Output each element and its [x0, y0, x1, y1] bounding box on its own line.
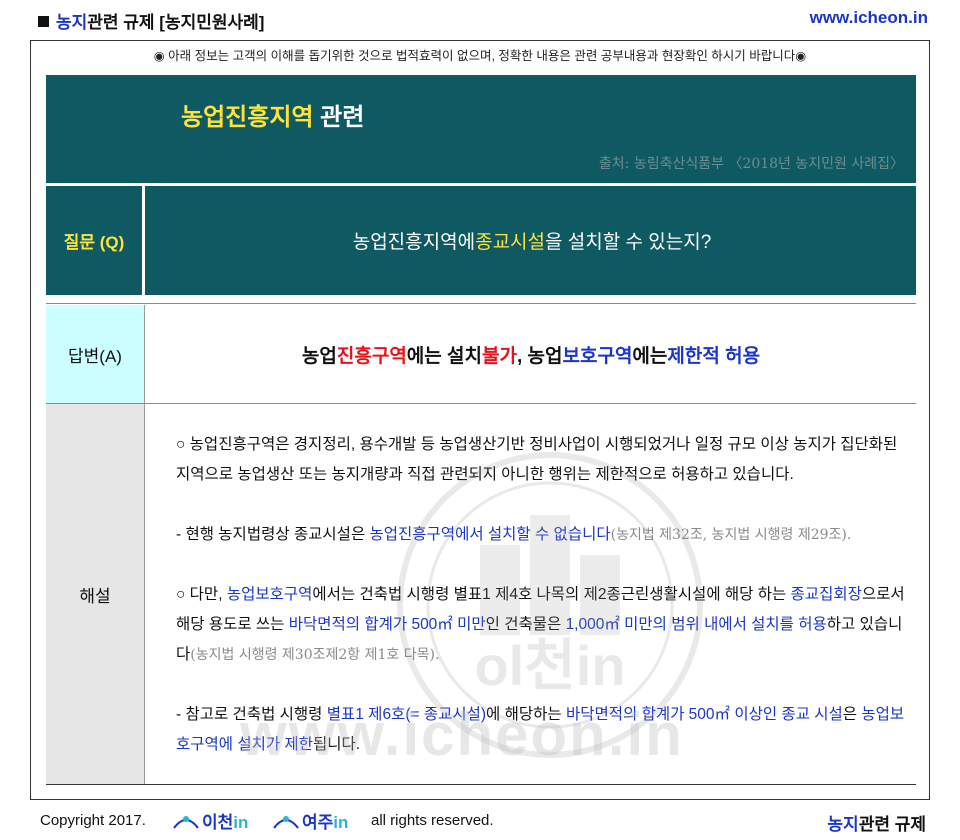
square-bullet-icon [38, 16, 49, 27]
site-url-link[interactable]: www.icheon.in [810, 8, 928, 28]
explanation-paragraph-1: ○ 농업진흥구역은 경지정리, 용수개발 등 농업생산기반 정비사업이 시행되었… [176, 436, 898, 483]
explanation-text: 은 [842, 706, 862, 723]
explanation-text: 에서는 건축법 시행령 별표1 제4호 나목의 제2종근린생활시설에 해당 하는 [312, 586, 791, 603]
answer-part: 에는 설치 [406, 345, 482, 367]
topic-title-highlight: 농업진흥지역 [181, 104, 314, 131]
question-label: 질문 (Q) [46, 186, 145, 295]
question-text: 농업진흥지역에 종교시설 을 설치할 수 있는지? [148, 186, 916, 295]
topic-title: 농업진흥지역 관련 [181, 97, 364, 132]
logo-text-part: in [233, 812, 249, 832]
yeoju-logo-icon [273, 816, 299, 829]
footer-category-rest: 관련 규제 [858, 815, 926, 834]
question-text-part: 농업진흥지역에 [352, 232, 476, 253]
logo-text-part: 이천 [202, 812, 234, 832]
answer-part: 에는 [632, 345, 668, 367]
disclaimer-notice: ◉ 아래 정보는 고객의 이해를 돕기위한 것으로 법적효력이 없으며, 정확한… [153, 49, 807, 63]
question-row: 질문 (Q) 농업진흥지역에 종교시설 을 설치할 수 있는지? [46, 186, 916, 295]
explanation-text-blue: 농업진흥구역에서 설치할 수 없습니다 [369, 526, 611, 543]
answer-part-blue: 보호구역 [562, 345, 633, 367]
question-text-part: 을 설치할 수 있는지? [545, 232, 712, 253]
explanation-text-blue: 1,000㎡ 미만의 범위 내에서 설치를 허용 [565, 616, 827, 633]
title-highlight: 농지 [56, 13, 88, 32]
footer: Copyright 2017. 이천in 여주in all rights res… [38, 808, 928, 834]
explanation-text-blue: 농업보호구역 [226, 586, 313, 603]
source-citation: 출처: 농림축산식품부 〈2018년 농지민원 사례집〉 [598, 156, 904, 172]
law-reference: (농지법 시행령 제30조제2항 제1호 다목). [190, 647, 440, 663]
watermark-text: www.icheon.in [240, 701, 684, 768]
explanation-label: 해설 [46, 404, 145, 784]
explanation-paragraph-2: - 현행 농지법령상 종교시설은 농업진흥구역에서 설치할 수 없습니다(농지법… [176, 520, 906, 550]
copyright-text: Copyright 2017. [40, 812, 146, 829]
answer-part-red: 진흥구역 [336, 345, 407, 367]
law-reference: (농지법 제32조, 농지법 시행령 제29조). [610, 527, 852, 543]
explanation-text-blue: 바닥면적의 합계가 500㎡ 미만 [288, 616, 486, 633]
icheon-logo[interactable]: 이천in [172, 808, 248, 832]
topic-title-rest: 관련 [313, 104, 365, 131]
icheon-logo-text: 이천in [202, 808, 248, 833]
divider [46, 784, 916, 785]
top-bar: 농지관련 규제 [농지민원사례] www.icheon.in [38, 8, 928, 32]
answer-part-red: 불가 [482, 345, 517, 367]
page-title: 농지관련 규제 [농지민원사례] [38, 8, 264, 33]
answer-row: 답변(A) 농업 진흥구역 에는 설치 불가, 농업 보호구역 에는 제한적 허용 [46, 305, 916, 403]
logo-text-part: 여주 [302, 812, 334, 832]
logo-text-part: in [333, 812, 349, 832]
yeoju-logo-text: 여주in [302, 808, 348, 833]
explanation-paragraph-3: ○ 다만, 농업보호구역에서는 건축법 시행령 별표1 제4호 나목의 제2종근… [176, 580, 906, 670]
divider [46, 303, 916, 304]
content-frame: ◉ 아래 정보는 고객의 이해를 돕기위한 것으로 법적효력이 없으며, 정확한… [30, 40, 930, 800]
footer-category-highlight: 농지 [827, 815, 859, 834]
answer-label: 답변(A) [46, 305, 145, 403]
explanation-text: 인 건축물은 [485, 616, 566, 633]
icheon-logo-icon [173, 816, 199, 829]
answer-text: 농업 진흥구역 에는 설치 불가, 농업 보호구역 에는 제한적 허용 [146, 305, 916, 403]
rights-text: all rights reserved. [371, 812, 494, 829]
question-text-highlight: 종교시설 [475, 232, 546, 253]
answer-part-blue: 제한적 허용 [667, 345, 761, 367]
explanation-text: - 현행 농지법령상 종교시설은 [176, 526, 370, 543]
footer-category: 농지관련 규제 [827, 810, 926, 835]
answer-part: , 농업 [516, 345, 563, 367]
topic-header: 농업진흥지역 관련 출처: 농림축산식품부 〈2018년 농지민원 사례집〉 [46, 75, 916, 183]
yeoju-logo[interactable]: 여주in [272, 808, 348, 832]
answer-part: 농업 [301, 345, 337, 367]
title-rest: 관련 규제 [농지민원사례] [87, 13, 265, 32]
explanation-text-blue: 종교집회장 [790, 586, 862, 603]
explanation-text: ○ 다만, [176, 586, 227, 603]
